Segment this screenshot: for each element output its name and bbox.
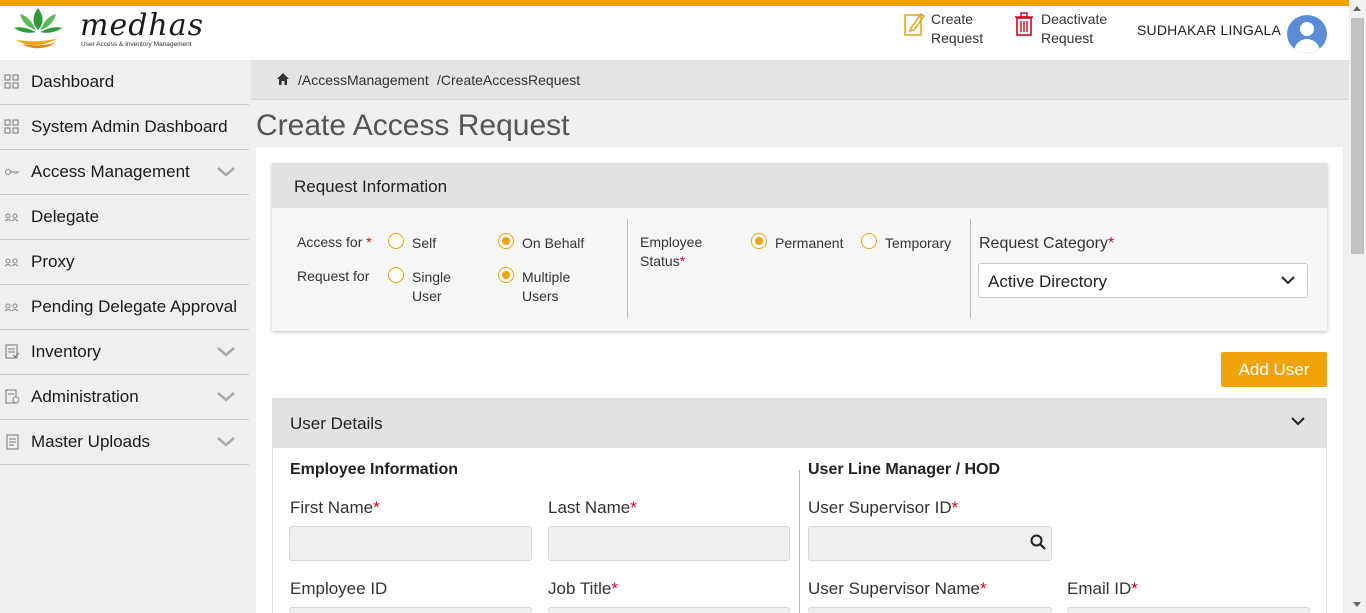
sidebar-item-proxy[interactable]: Proxy (0, 240, 249, 285)
grid-icon (4, 74, 19, 89)
chevron-down-icon[interactable] (216, 166, 236, 178)
sidebar-item-label: Dashboard (31, 72, 115, 91)
document-icon (6, 434, 19, 450)
deactivate-request-label-2: Request (1041, 30, 1094, 46)
access-for-label: Access for * (297, 234, 372, 250)
sidebar-item-label: Delegate (31, 207, 100, 226)
sidebar: Dashboard System Admin Dashboard Access … (0, 60, 249, 613)
last-name-input[interactable] (548, 526, 790, 561)
employee-status-label: Employee Status* (640, 234, 703, 269)
employee-status-temporary-radio[interactable] (861, 233, 877, 249)
request-category-value: Active Directory (988, 272, 1108, 291)
sidebar-item-label: Inventory (31, 342, 101, 361)
employee-id-input[interactable] (289, 607, 532, 613)
request-for-single-user-radio[interactable] (388, 267, 404, 283)
user-line-manager-title: User Line Manager / HOD (808, 461, 1001, 478)
employee-id-label: Employee ID (290, 579, 388, 598)
deactivate-request-button[interactable]: Deactivate Request (1013, 10, 1121, 48)
chevron-down-icon (1281, 276, 1295, 285)
employee-status-temporary-label: Temporary (885, 235, 952, 251)
scrollbar-thumb[interactable] (1351, 18, 1364, 254)
sidebar-item-label: Master Uploads (31, 432, 151, 451)
request-for-label: Request for (297, 268, 370, 284)
people-icon (4, 213, 19, 222)
user-supervisor-id-input[interactable] (808, 526, 1052, 561)
admin-icon (5, 389, 20, 404)
access-for-self-radio[interactable] (388, 233, 404, 249)
scroll-down-arrow-icon[interactable] (1353, 602, 1361, 607)
sidebar-item-delegate[interactable]: Delegate (0, 195, 249, 240)
sidebar-item-pending-delegate-approval[interactable]: Pending Delegate Approval (0, 285, 249, 330)
user-details-header[interactable]: User Details (272, 398, 1327, 448)
sidebar-item-system-admin-dashboard[interactable]: System Admin Dashboard (0, 105, 249, 150)
last-name-label: Last Name* (548, 498, 637, 517)
job-title-label: Job Title* (548, 579, 618, 598)
people-icon (4, 258, 19, 267)
user-supervisor-name-label: User Supervisor Name* (808, 579, 987, 598)
page-title: Create Access Request (256, 109, 570, 142)
logo-subtitle: User Access & Inventory Management (81, 41, 192, 48)
sidebar-item-label: Access Management (31, 162, 190, 181)
request-for-multiple-users-radio[interactable] (498, 267, 514, 283)
create-request-button[interactable]: Create Request (903, 10, 991, 48)
email-id-input[interactable] (1067, 607, 1310, 613)
first-name-label: First Name* (290, 498, 380, 517)
add-user-button[interactable]: Add User (1221, 352, 1327, 387)
scroll-up-arrow-icon[interactable] (1353, 6, 1361, 11)
user-supervisor-id-label: User Supervisor ID* (808, 498, 959, 517)
sidebar-item-dashboard[interactable]: Dashboard (0, 60, 249, 105)
trash-icon (1015, 12, 1033, 36)
request-for-single-user-label: Single User (412, 269, 451, 304)
sidebar-item-administration[interactable]: Administration (0, 375, 249, 420)
sidebar-item-label: Proxy (31, 252, 75, 271)
divider (799, 470, 800, 613)
breadcrumb-create-access-request[interactable]: /CreateAccessRequest (437, 72, 580, 88)
request-category-select[interactable]: Active Directory (978, 263, 1308, 298)
sidebar-item-inventory[interactable]: Inventory (0, 330, 249, 375)
user-supervisor-name-input[interactable] (808, 607, 1052, 613)
checklist-icon (5, 344, 20, 359)
request-information-title: Request Information (294, 177, 448, 196)
sidebar-item-label: System Admin Dashboard (31, 117, 228, 136)
user-avatar-icon[interactable] (1287, 15, 1327, 53)
home-icon[interactable] (276, 72, 290, 86)
sidebar-item-access-management[interactable]: Access Management (0, 150, 249, 195)
employee-status-permanent-label: Permanent (775, 235, 844, 251)
logo-text: medhas (80, 8, 205, 43)
create-request-label-2: Request (931, 30, 984, 46)
request-for-multiple-users-label: Multiple Users (522, 269, 571, 304)
first-name-input[interactable] (289, 526, 532, 561)
deactivate-request-label-1: Deactivate (1041, 11, 1108, 27)
grid-icon (4, 119, 19, 134)
access-for-on-behalf-label: On Behalf (522, 235, 585, 251)
sidebar-item-label: Administration (31, 387, 139, 406)
request-information-header: Request Information (272, 163, 1327, 208)
chevron-down-icon[interactable] (1291, 417, 1305, 426)
user-details-title: User Details (290, 414, 383, 433)
search-icon[interactable] (1030, 534, 1046, 550)
access-for-on-behalf-radio[interactable] (498, 233, 514, 249)
chevron-down-icon[interactable] (216, 391, 236, 403)
divider (627, 219, 628, 318)
access-for-self-label: Self (412, 235, 437, 251)
sidebar-item-label: Pending Delegate Approval (31, 297, 238, 316)
employee-status-permanent-radio[interactable] (751, 233, 767, 249)
employee-information-title: Employee Information (290, 461, 459, 478)
people-icon (4, 303, 19, 312)
edit-note-icon (904, 12, 925, 36)
medhas-logo[interactable]: medhas User Access & Inventory Managemen… (10, 2, 203, 54)
sidebar-item-master-uploads[interactable]: Master Uploads (0, 420, 249, 465)
create-request-label-1: Create (931, 11, 974, 27)
chevron-down-icon[interactable] (216, 436, 236, 448)
divider (970, 219, 971, 318)
request-category-label: Request Category* (979, 235, 1115, 252)
breadcrumb-access-management[interactable]: /AccessManagement (298, 72, 429, 88)
job-title-input[interactable] (548, 607, 790, 613)
chevron-down-icon[interactable] (216, 346, 236, 358)
key-icon (5, 169, 19, 175)
logo-leaf-icon (14, 8, 62, 49)
email-id-label: Email ID* (1067, 579, 1138, 598)
username[interactable]: SUDHAKAR LINGALA (1137, 22, 1281, 38)
